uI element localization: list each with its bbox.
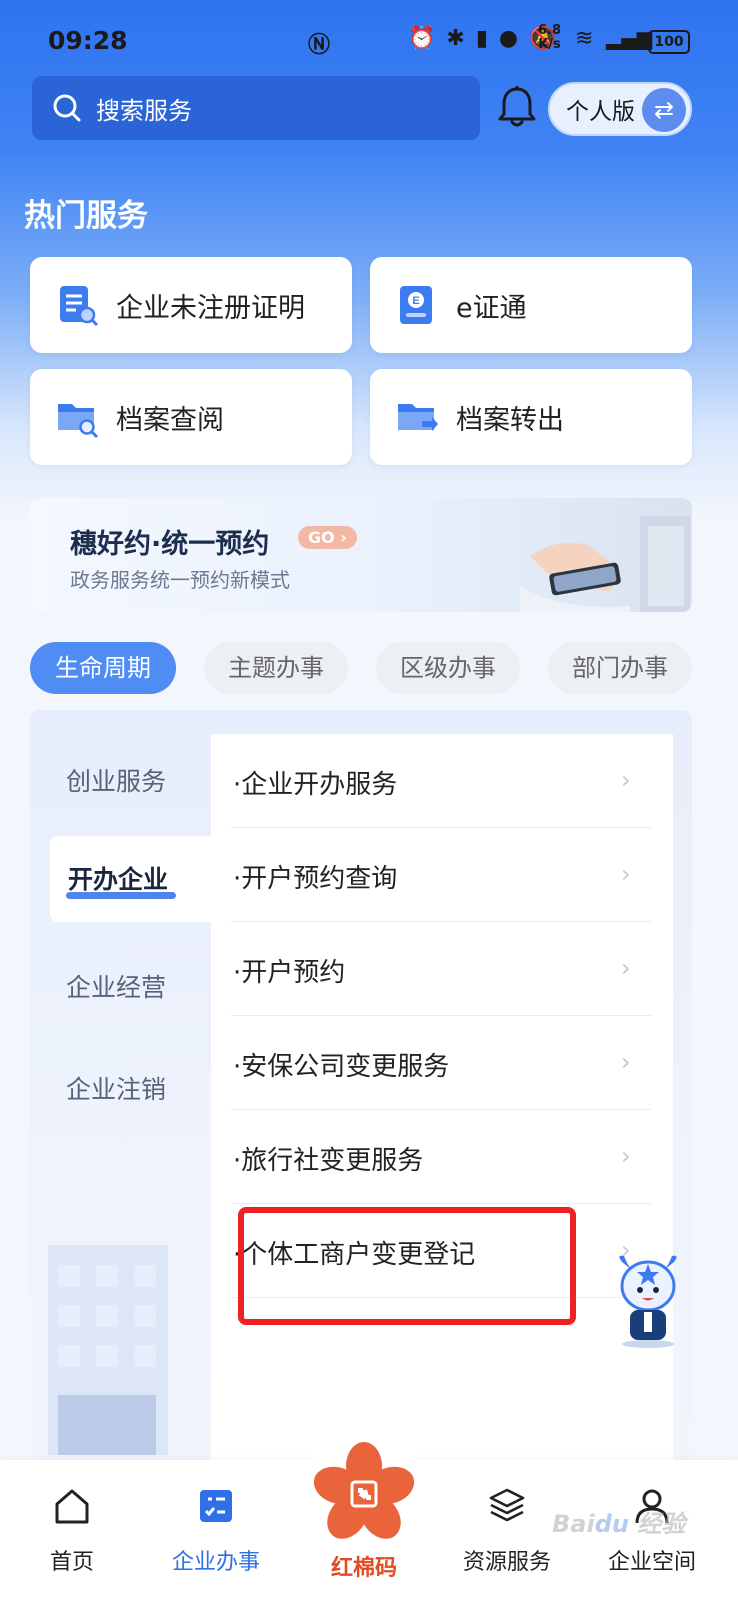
service-card-label: 企业未注册证明: [116, 292, 305, 324]
service-card-archive-transfer[interactable]: 档案转出: [370, 369, 692, 465]
list-item[interactable]: ·开户预约查询 ›: [211, 828, 673, 922]
status-bar: 09:28 Ⓝ ⏰ ✱ ▮ ● 🔕 6.8 K/s ≋ ▂▄▆ 100: [0, 0, 738, 80]
folder-transfer-icon: [398, 404, 438, 431]
battery-icon: 100: [648, 30, 690, 54]
banner-go-badge: GO ›: [298, 526, 357, 549]
tab-district[interactable]: 区级办事: [376, 642, 520, 694]
wifi-icon: ≋: [575, 26, 594, 51]
swap-icon: ⇄: [642, 88, 686, 132]
chevron-right-icon: ›: [621, 1142, 631, 1170]
hand-phone-illustration: [520, 516, 690, 612]
document-search-icon: [60, 286, 99, 327]
nav-home[interactable]: 首页: [2, 1460, 142, 1600]
list-item[interactable]: ·企业开办服务 ›: [211, 734, 673, 828]
bell-icon[interactable]: [494, 84, 540, 130]
service-card-label: 档案查阅: [116, 404, 224, 436]
baidu-watermark: Baidu 经验: [552, 1510, 686, 1538]
folder-search-icon: [58, 404, 99, 439]
kapok-flower-icon: [314, 1442, 414, 1539]
list-item[interactable]: ·开户预约 ›: [211, 922, 673, 1016]
list-item[interactable]: ·旅行社变更服务 ›: [211, 1110, 673, 1204]
category-deregistration[interactable]: 企业注销: [66, 1070, 166, 1106]
service-card-label: 档案转出: [456, 404, 564, 436]
chevron-right-icon: ›: [621, 954, 631, 982]
list-item[interactable]: ·安保公司变更服务 ›: [211, 1016, 673, 1110]
highlight-annotation-box: [238, 1207, 576, 1325]
service-card-label: e证通: [456, 292, 527, 324]
search-bar[interactable]: 搜索服务: [32, 76, 480, 140]
tab-theme[interactable]: 主题办事: [204, 642, 348, 694]
hot-services-title: 热门服务: [24, 198, 148, 234]
tab-lifecycle[interactable]: 生命周期: [30, 642, 176, 694]
search-placeholder: 搜索服务: [96, 96, 192, 125]
kapok-code-label: 红棉码: [330, 1556, 397, 1581]
search-icon: [53, 94, 81, 122]
network-speed: 6.8 K/s: [538, 23, 562, 52]
nav-kapok-code[interactable]: 红棉码: [302, 1432, 426, 1600]
home-icon: [55, 1489, 89, 1524]
category-open-business[interactable]: 开办企业: [50, 836, 212, 922]
appointment-banner[interactable]: 穗好约·统一预约 GO › 政务服务统一预约新模式: [30, 498, 692, 612]
service-card-e-certificate[interactable]: E e证通: [370, 257, 692, 353]
service-card-archive-view[interactable]: 档案查阅: [30, 369, 352, 465]
service-card-unregistered-proof[interactable]: 企业未注册证明: [30, 257, 352, 353]
layers-icon: [489, 1488, 525, 1522]
banner-title: 穗好约·统一预约: [70, 529, 270, 560]
tab-department[interactable]: 部门办事: [548, 642, 692, 694]
status-time: 09:28: [48, 26, 128, 55]
service-list: ·企业开办服务 › ·开户预约查询 › ·开户预约 › ·安保公司变更服务 › …: [211, 734, 673, 1460]
building-illustration: [48, 1245, 168, 1455]
banner-subtitle: 政务服务统一预约新模式: [70, 568, 290, 592]
assistant-mascot-icon[interactable]: [612, 1252, 684, 1348]
checklist-icon: [200, 1490, 232, 1522]
nav-enterprise-affairs[interactable]: 企业办事: [146, 1460, 286, 1600]
personal-edition-toggle[interactable]: 个人版 ⇄: [548, 82, 692, 136]
chevron-right-icon: ›: [621, 766, 631, 794]
personal-edition-label: 个人版: [566, 99, 635, 125]
id-card-icon: E: [400, 286, 432, 324]
status-icons: ⏰ ✱ ▮ ● 🔕: [408, 26, 559, 51]
svg-text:E: E: [412, 295, 419, 307]
nfc-icon: Ⓝ: [308, 33, 331, 58]
category-operation[interactable]: 企业经营: [66, 968, 166, 1004]
signal-icon: ▂▄▆: [606, 26, 653, 50]
category-startup[interactable]: 创业服务: [66, 762, 166, 798]
chevron-right-icon: ›: [621, 1048, 631, 1076]
chevron-right-icon: ›: [621, 860, 631, 888]
